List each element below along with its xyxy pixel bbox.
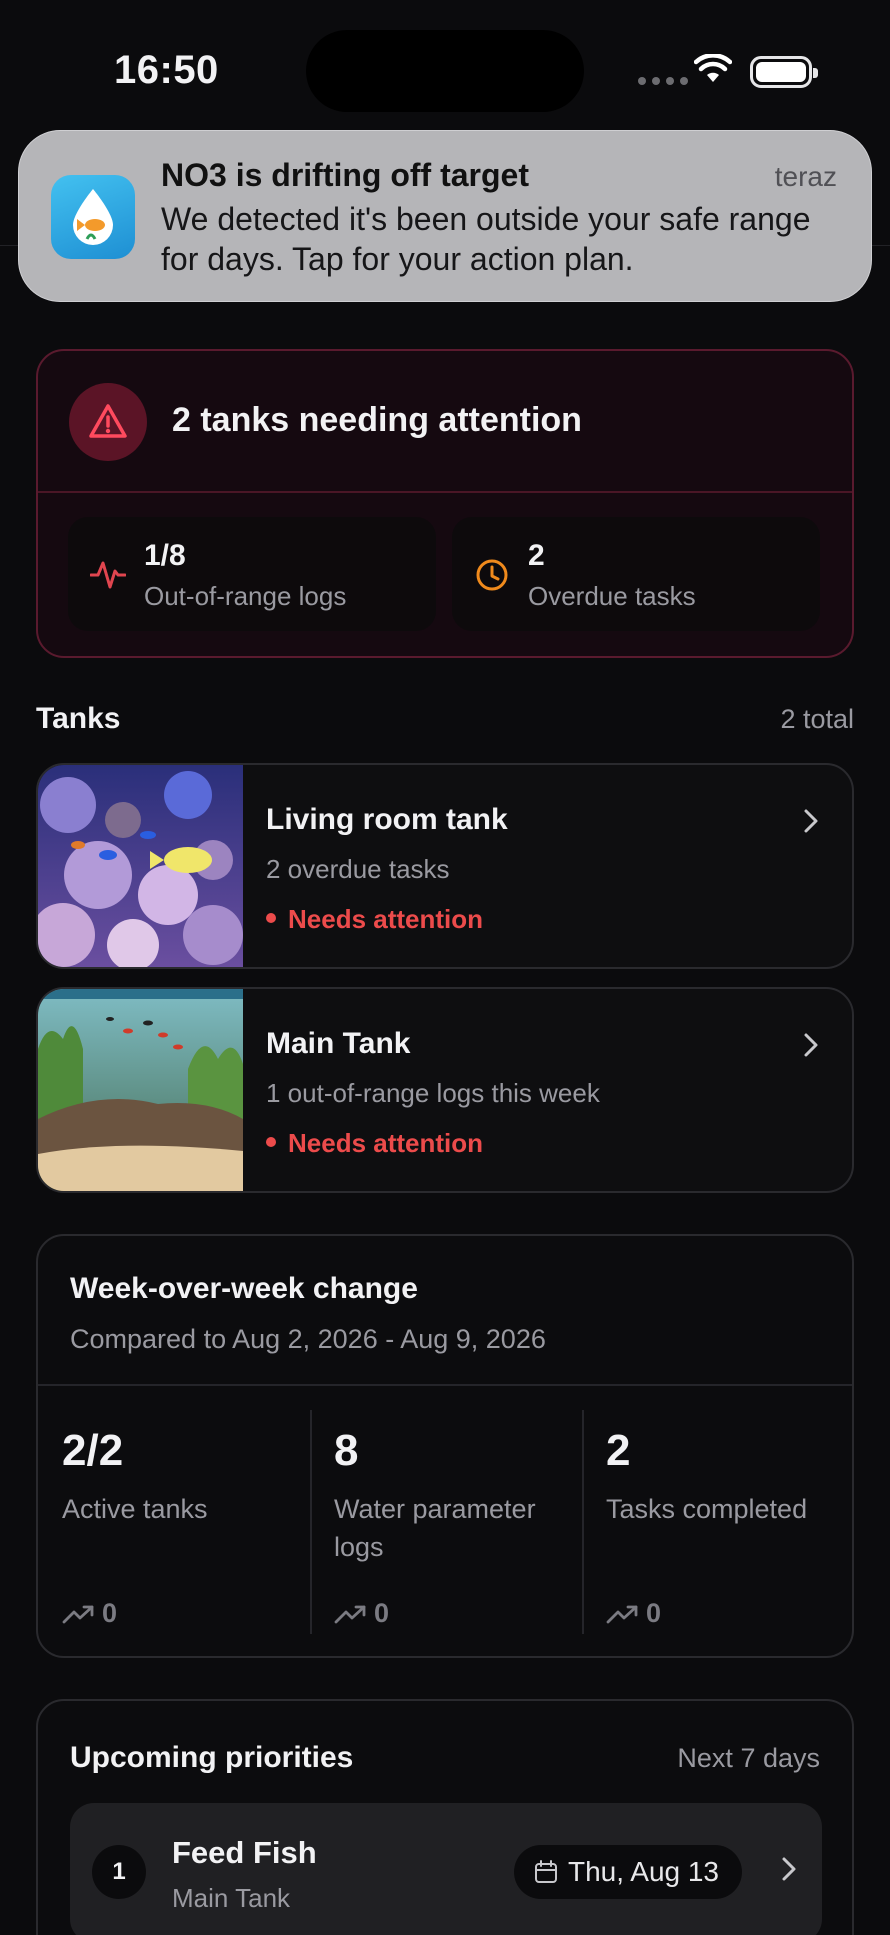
metric-trend: 0 [62, 1598, 117, 1629]
metric-trend-value: 0 [102, 1598, 118, 1628]
metric-tasks-completed: 2 Tasks completed 0 [582, 1386, 854, 1656]
battery-icon [750, 56, 818, 88]
status-dot [266, 913, 276, 923]
status-time: 16:50 [114, 48, 219, 92]
metric-trend-value: 0 [646, 1598, 662, 1628]
trend-up-icon [62, 1605, 94, 1623]
metric-label: Water parameter logs [334, 1494, 536, 1562]
tank-photo [38, 765, 243, 967]
wow-subtitle: Compared to Aug 2, 2026 - Aug 9, 2026 [70, 1324, 546, 1354]
priorities-title: Upcoming priorities [70, 1741, 354, 1774]
metric-water-logs: 8 Water parameter logs 0 [310, 1386, 582, 1656]
week-over-week-card: Week-over-week change Compared to Aug 2,… [36, 1234, 854, 1658]
tank-name: Living room tank [266, 803, 508, 836]
tank-name: Main Tank [266, 1027, 411, 1060]
upcoming-priorities-card: Upcoming priorities Next 7 days 1 Feed F… [36, 1699, 854, 1935]
metric-value: 2 [606, 1426, 631, 1475]
status-bar: 16:50 [0, 0, 890, 140]
tanks-count: 2 total [780, 704, 854, 734]
tank-card-main[interactable]: Main Tank 1 out-of-range logs this week … [36, 987, 854, 1193]
out-of-range-stat[interactable]: 1/8 Out-of-range logs [68, 517, 436, 631]
tank-status-text: Needs attention [288, 904, 484, 934]
attention-title: 2 tanks needing attention [172, 401, 582, 439]
app-icon [51, 175, 135, 259]
priority-due-date: Thu, Aug 13 [514, 1845, 742, 1899]
push-notification[interactable]: NO3 is drifting off target teraz We dete… [18, 130, 872, 302]
notification-time: teraz [774, 161, 837, 192]
notification-body: We detected it's been outside your safe … [161, 201, 811, 277]
metric-trend: 0 [606, 1598, 661, 1629]
metric-trend: 0 [334, 1598, 389, 1629]
overdue-tasks-value: 2 [528, 539, 545, 572]
out-of-range-label: Out-of-range logs [144, 581, 347, 611]
tank-status: Needs attention [266, 904, 483, 935]
wow-title: Week-over-week change [70, 1272, 418, 1305]
tank-photo [38, 989, 243, 1191]
calendar-icon [535, 1860, 557, 1883]
signal-icon [638, 77, 688, 85]
overdue-tasks-stat[interactable]: 2 Overdue tasks [452, 517, 820, 631]
metric-trend-value: 0 [374, 1598, 390, 1628]
metric-value: 2/2 [62, 1426, 124, 1475]
metric-label: Tasks completed [606, 1494, 808, 1524]
chevron-right-icon [804, 1033, 818, 1057]
priority-rank: 1 [92, 1845, 146, 1899]
priority-date-text: Thu, Aug 13 [568, 1856, 720, 1887]
priority-tank-name: Main Tank [172, 1883, 291, 1913]
out-of-range-value: 1/8 [144, 539, 186, 572]
pulse-icon [90, 561, 126, 589]
clock-icon [476, 559, 508, 591]
attention-card[interactable]: 2 tanks needing attention 1/8 Out-of-ran… [36, 349, 854, 658]
tank-card-living-room[interactable]: Living room tank 2 overdue tasks Needs a… [36, 763, 854, 969]
overdue-tasks-label: Overdue tasks [528, 581, 696, 611]
chevron-right-icon [782, 1857, 796, 1881]
tank-subtitle: 1 out-of-range logs this week [266, 1078, 600, 1108]
metric-value: 8 [334, 1426, 359, 1475]
warning-icon [69, 383, 147, 461]
tank-status-text: Needs attention [288, 1128, 484, 1158]
wifi-icon [694, 54, 732, 82]
tanks-section-title: Tanks [36, 702, 121, 735]
priority-task-name: Feed Fish [172, 1835, 317, 1870]
divider [38, 491, 852, 493]
trend-up-icon [334, 1605, 366, 1623]
tank-status: Needs attention [266, 1128, 483, 1159]
notification-title: NO3 is drifting off target [161, 157, 529, 193]
status-dot [266, 1137, 276, 1147]
dynamic-island [306, 30, 584, 112]
trend-up-icon [606, 1605, 638, 1623]
priority-item[interactable]: 1 Feed Fish Main Tank Thu, Aug 13 [70, 1803, 822, 1935]
priorities-range: Next 7 days [677, 1743, 820, 1773]
chevron-right-icon [804, 809, 818, 833]
metric-label: Active tanks [62, 1494, 208, 1524]
metric-active-tanks: 2/2 Active tanks 0 [38, 1386, 310, 1656]
tank-subtitle: 2 overdue tasks [266, 854, 450, 884]
